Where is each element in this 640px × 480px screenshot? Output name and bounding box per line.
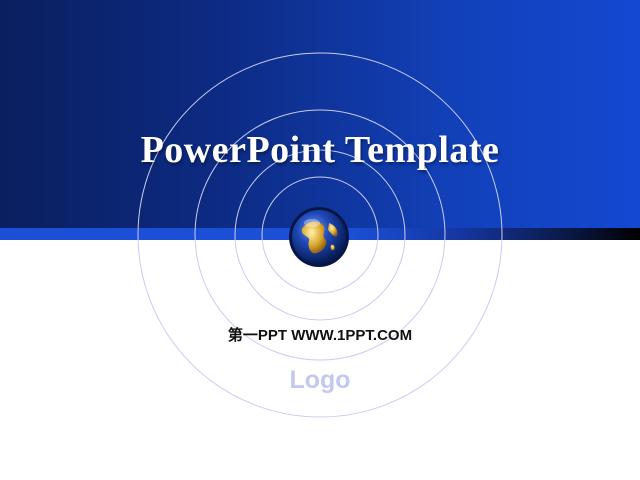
globe-icon (289, 207, 349, 267)
slide-title: PowerPoint Template (140, 129, 500, 171)
slide-subtitle: 第一PPT WWW.1PPT.COM (227, 327, 413, 344)
logo-text: Logo (289, 366, 351, 394)
slide: PowerPoint Template 第一PPT WWW.1PPT.COM L… (0, 0, 640, 480)
